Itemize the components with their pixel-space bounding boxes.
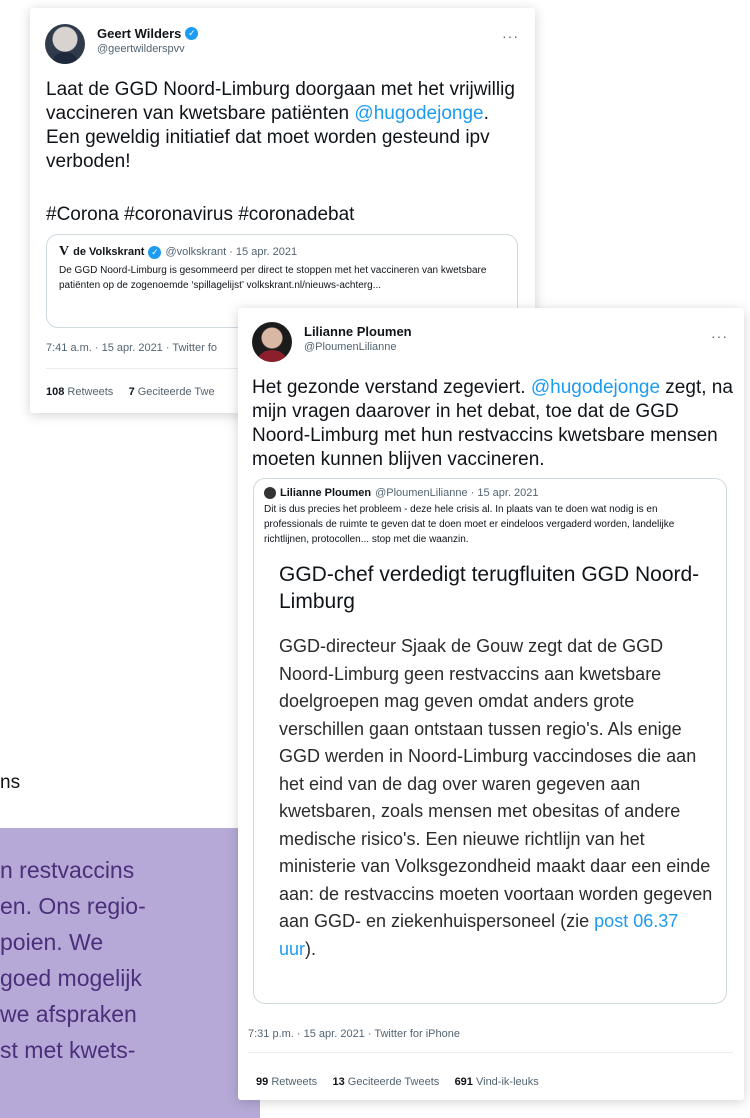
tweet-header: Geert Wilders ✓ @geertwilderspvv [45, 24, 199, 64]
tweet-timestamp[interactable]: 7:41 a.m. · 15 apr. 2021 · Twitter fo [46, 342, 217, 354]
volkskrant-logo: V [59, 244, 70, 259]
tweet-text: Laat de GGD Noord-Limburg doorgaan met h… [46, 78, 526, 174]
background-quote-line: goed mogelijk [0, 965, 142, 991]
background-quote-line: we afspraken [0, 1001, 137, 1027]
article-title: GGD-chef verdedigt terugfluiten GGD Noor… [279, 563, 700, 613]
quoted-tweet-text: De GGD Noord-Limburg is gesommeerd per d… [59, 265, 487, 291]
quoted-author-handle: @volkskrant · 15 apr. 2021 [165, 246, 298, 258]
quoted-tweet[interactable]: Lilianne Ploumen @PloumenLilianne · 15 a… [253, 478, 727, 1004]
article-body-text: ). [305, 938, 317, 959]
more-options-icon[interactable]: ··· [502, 28, 519, 44]
article-body-text: GGD-directeur Sjaak de Gouw zegt dat de … [279, 636, 713, 931]
quoted-author-handle: @PloumenLilianne · 15 apr. 2021 [375, 487, 539, 499]
quoted-author-name: de Volkskrant [73, 246, 145, 258]
author-name[interactable]: Lilianne Ploumen [304, 324, 412, 339]
background-quote-line: poien. We [0, 929, 104, 955]
quoted-tweet-text: Dit is dus precies het probleem - deze h… [264, 504, 675, 545]
quoted-tweet-header: Lilianne Ploumen @PloumenLilianne · 15 a… [264, 487, 716, 499]
divider [248, 1052, 733, 1053]
more-options-icon[interactable]: ··· [711, 328, 728, 344]
quotes-stat[interactable]: 13 Geciteerde Tweets [332, 1076, 439, 1088]
mention-link[interactable]: @hugodejonge [531, 377, 660, 398]
author-name-text: Geert Wilders [97, 26, 182, 41]
quoted-author-name: Lilianne Ploumen [280, 487, 372, 499]
author-handle[interactable]: @geertwilderspvv [97, 43, 198, 55]
quotes-stat[interactable]: 7 Geciteerde Twe [129, 386, 215, 398]
tweet-timestamp[interactable]: 7:31 p.m. · 15 apr. 2021 · Twitter for i… [248, 1028, 460, 1040]
retweets-stat[interactable]: 108 Retweets [46, 386, 113, 398]
verified-badge-icon: ✓ [185, 27, 199, 40]
article-body: GGD-directeur Sjaak de Gouw zegt dat de … [279, 633, 719, 963]
avatar [264, 487, 276, 499]
tweet-text: Het gezonde verstand zegeviert. @hugodej… [252, 376, 737, 472]
hashtags-link[interactable]: #Corona #coronavirus #coronadebat [46, 203, 354, 227]
tweet-stats: 108 Retweets 7 Geciteerde Twe [46, 386, 215, 398]
retweets-stat[interactable]: 99 Retweets [256, 1076, 317, 1088]
tweet-header: Lilianne Ploumen @PloumenLilianne [252, 322, 412, 362]
tweet-card-ploumen[interactable]: Lilianne Ploumen @PloumenLilianne ··· He… [238, 308, 744, 1100]
avatar[interactable] [45, 24, 85, 64]
verified-badge-icon: ✓ [148, 245, 162, 259]
likes-stat[interactable]: 691 Vind-ik-leuks [455, 1076, 539, 1088]
tweet-stats: 99 Retweets 13 Geciteerde Tweets 691 Vin… [256, 1076, 539, 1088]
background-quote-line: st met kwets- [0, 1037, 136, 1063]
tweet-text-part: Het gezonde verstand zegeviert. [252, 377, 531, 398]
author-handle[interactable]: @PloumenLilianne [304, 341, 412, 353]
quoted-tweet-header: V de Volkskrant ✓ @volkskrant · 15 apr. … [59, 244, 505, 260]
author-name[interactable]: Geert Wilders ✓ [97, 26, 199, 41]
mention-link[interactable]: @hugodejonge [354, 103, 483, 124]
avatar[interactable] [252, 322, 292, 362]
background-quote-line: n restvaccins [0, 857, 135, 883]
background-quote-text: n restvaccins en. Ons regio- poien. We g… [0, 852, 260, 1068]
background-text-fragment: ns [0, 772, 21, 793]
background-quote-line: en. Ons regio- [0, 893, 146, 919]
